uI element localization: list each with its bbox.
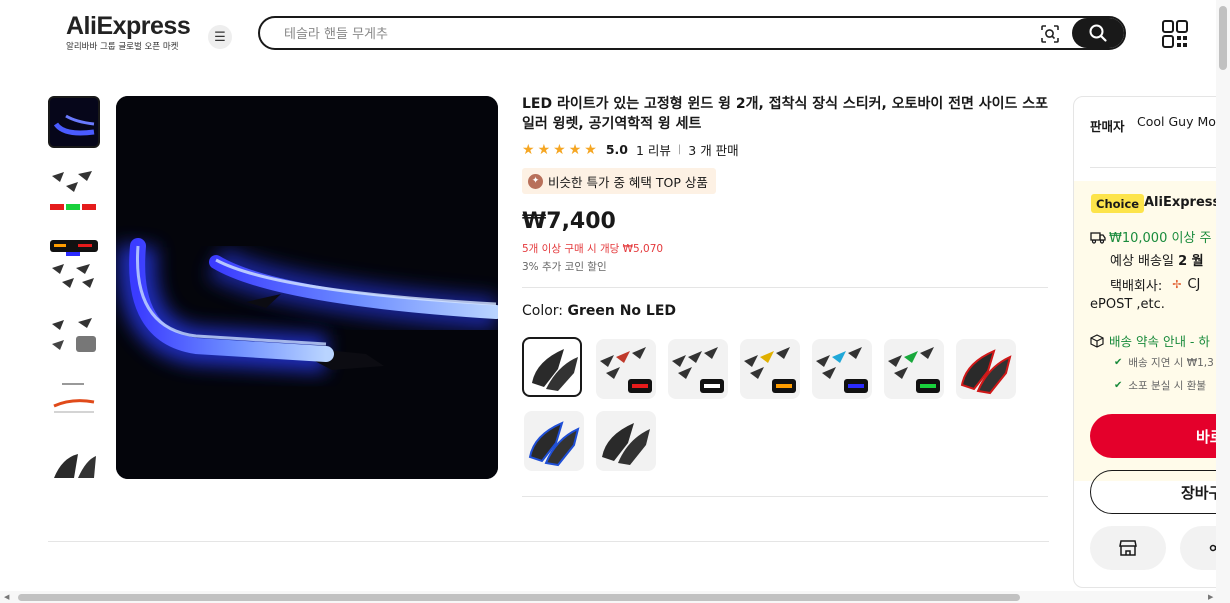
divider	[522, 287, 1048, 288]
color-swatch[interactable]	[524, 411, 584, 471]
star-icon: ★	[537, 141, 551, 158]
delivery-value: 2 월	[1178, 254, 1204, 269]
store-button[interactable]	[1090, 526, 1166, 570]
scroll-left-icon[interactable]: ◀	[4, 593, 9, 601]
promo-text: 비슷한 특가 중 혜택 TOP 상품	[548, 174, 708, 190]
thumbnail-item[interactable]	[48, 448, 100, 478]
search-button[interactable]	[1072, 18, 1124, 48]
star-icon: ★	[584, 141, 597, 158]
star-icon: ★	[522, 141, 535, 158]
color-swatch[interactable]	[812, 339, 872, 399]
carrier-logo-icon: ✢	[1172, 278, 1182, 291]
divider	[1090, 167, 1230, 168]
main-product-image[interactable]	[116, 96, 498, 479]
vertical-scrollbar[interactable]	[1216, 0, 1230, 603]
sold-count: 3 개 판매	[688, 143, 739, 158]
scrollbar-thumb[interactable]	[18, 594, 1020, 601]
qr-code-icon[interactable]	[1162, 20, 1188, 48]
horizontal-scrollbar[interactable]: ◀ ▶	[0, 591, 1230, 603]
choice-text: AliExpress	[1144, 195, 1221, 210]
carrier-label: 택배회사:	[1110, 279, 1163, 294]
color-swatch[interactable]	[740, 339, 800, 399]
rating-score: 5.0	[605, 142, 628, 157]
carrier-value: CJ	[1187, 277, 1201, 292]
thumbnail-item[interactable]	[48, 168, 100, 220]
logo-text: AliExpress	[66, 12, 191, 40]
carrier-more: ePOST ,etc.	[1090, 297, 1165, 312]
star-icon: ★	[553, 141, 566, 158]
divider	[48, 541, 1049, 542]
buy-now-button[interactable]: 바로	[1090, 414, 1230, 458]
product-title: LED 라이트가 있는 고정형 윈드 윙 2개, 접착식 장식 스티커, 오토바…	[522, 96, 1049, 132]
delivery-promise[interactable]: 배송 약속 안내 - 하	[1090, 331, 1210, 350]
check-icon: ✔	[1114, 380, 1123, 391]
delivery-estimate: 예상 배송일 2 월	[1110, 250, 1204, 269]
seller-name-link[interactable]: Cool Guy Mo	[1137, 114, 1216, 129]
promise-item: ✔ 배송 지연 시 ₩1,3	[1114, 357, 1214, 369]
color-swatch[interactable]	[956, 339, 1016, 399]
hamburger-menu-icon: ☰	[214, 29, 226, 45]
free-shipping: ₩10,000 이상 주	[1090, 227, 1212, 246]
purchase-panel: 판매자 Cool Guy Mo Choice AliExpress ₩10,00…	[1073, 96, 1230, 588]
review-count-link[interactable]: 1 리뷰	[636, 140, 671, 159]
promo-badge[interactable]: ✦ 비슷한 특가 중 혜택 TOP 상품	[522, 168, 716, 194]
seller-label: 판매자	[1090, 119, 1125, 134]
scrollbar-thumb[interactable]	[1219, 6, 1227, 70]
truck-icon	[1090, 231, 1106, 244]
star-rating: ★ ★ ★ ★ ★	[522, 142, 597, 158]
color-swatch[interactable]	[884, 339, 944, 399]
add-to-cart-button[interactable]: 장바구	[1090, 470, 1230, 514]
delivery-label: 예상 배송일	[1110, 254, 1174, 269]
scroll-right-icon[interactable]: ▶	[1208, 593, 1213, 601]
check-icon: ✔	[1114, 357, 1123, 368]
star-icon: ★	[568, 141, 582, 158]
store-icon	[1119, 540, 1137, 556]
separator: |	[677, 144, 682, 155]
selected-color: Green No LED	[567, 303, 677, 319]
box-icon	[1090, 333, 1104, 348]
promise-item: ✔ 소포 분실 시 환불	[1114, 380, 1207, 392]
image-search-icon[interactable]	[1040, 24, 1060, 44]
bulk-price: 5개 이상 구매 시 개당 ₩5,070	[522, 243, 664, 255]
price: ₩7,400	[522, 209, 616, 234]
carrier: 택배회사: ✢ CJ	[1110, 275, 1200, 294]
search-input[interactable]	[282, 23, 986, 45]
color-label: Color: Green No LED	[522, 303, 676, 319]
aliexpress-logo[interactable]: AliExpress 알리바바 그룹 글로벌 오픈 마켓	[66, 12, 191, 52]
divider	[522, 496, 1048, 497]
rating-row: ★ ★ ★ ★ ★ 5.0 1 리뷰 | 3 개 판매	[522, 140, 739, 159]
color-swatch[interactable]	[596, 339, 656, 399]
thumbnail-item[interactable]	[48, 308, 100, 360]
thumbnail-item[interactable]	[48, 96, 100, 148]
color-swatch[interactable]	[596, 411, 656, 471]
color-swatch[interactable]	[668, 339, 728, 399]
thumbnail-item[interactable]	[48, 378, 100, 430]
flame-icon: ✦	[528, 173, 543, 189]
search-icon	[1089, 24, 1107, 42]
color-label-text: Color:	[522, 303, 564, 319]
choice-badge: Choice	[1091, 194, 1145, 213]
menu-button[interactable]: ☰	[208, 25, 232, 49]
logo-subtitle: 알리바바 그룹 글로벌 오픈 마켓	[66, 42, 179, 52]
promise-title: 배송 약속 안내 - 하	[1109, 334, 1210, 349]
thumbnail-item[interactable]	[48, 238, 100, 290]
coin-discount: 3% 추가 코인 할인	[522, 261, 607, 273]
search-bar	[258, 16, 1126, 50]
free-shipping-text: ₩10,000 이상 주	[1109, 231, 1212, 246]
color-swatch[interactable]	[522, 337, 582, 397]
